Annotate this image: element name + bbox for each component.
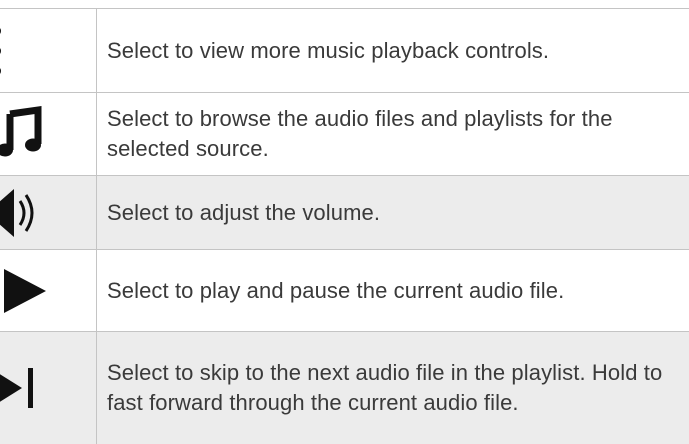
icon-cell <box>0 176 97 249</box>
row-description: Select to play and pause the current aud… <box>107 277 565 303</box>
music-note-icon <box>0 105 42 157</box>
table-row: Select to adjust the volume. <box>0 175 689 249</box>
table-row: Select to skip to the next audio file in… <box>0 331 689 444</box>
icon-cell <box>0 250 97 331</box>
more-vertical-icon <box>0 27 1 74</box>
table-row: Select to browse the audio files and pla… <box>0 92 689 175</box>
icon-cell <box>0 93 97 175</box>
icon-cell <box>0 9 97 92</box>
row-description: Select to skip to the next audio file in… <box>107 360 663 415</box>
row-description: Select to adjust the volume. <box>107 199 381 225</box>
row-description: Select to browse the audio files and pla… <box>107 106 613 161</box>
row-description: Select to view more music playback contr… <box>107 37 550 63</box>
volume-icon <box>0 188 34 237</box>
play-icon <box>4 268 46 313</box>
table-row: Select to play and pause the current aud… <box>0 249 689 331</box>
icon-cell <box>0 332 97 444</box>
skip-next-icon <box>0 368 33 408</box>
table-row: Select to view more music playback contr… <box>0 8 689 92</box>
